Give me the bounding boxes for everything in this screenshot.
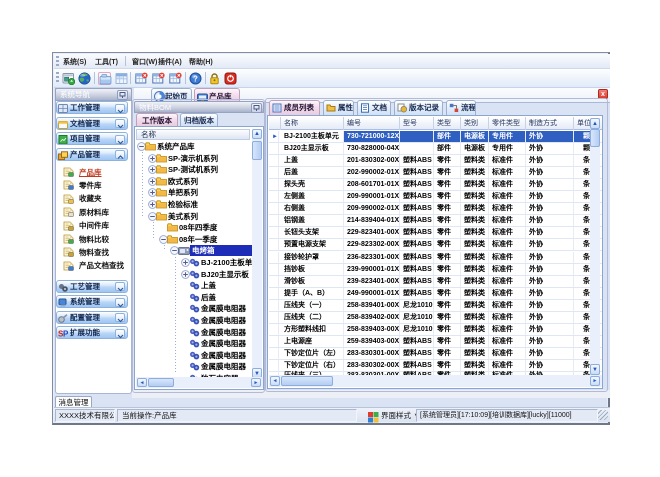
svg-text:P: P bbox=[63, 330, 68, 339]
svg-text:?: ? bbox=[193, 74, 198, 83]
